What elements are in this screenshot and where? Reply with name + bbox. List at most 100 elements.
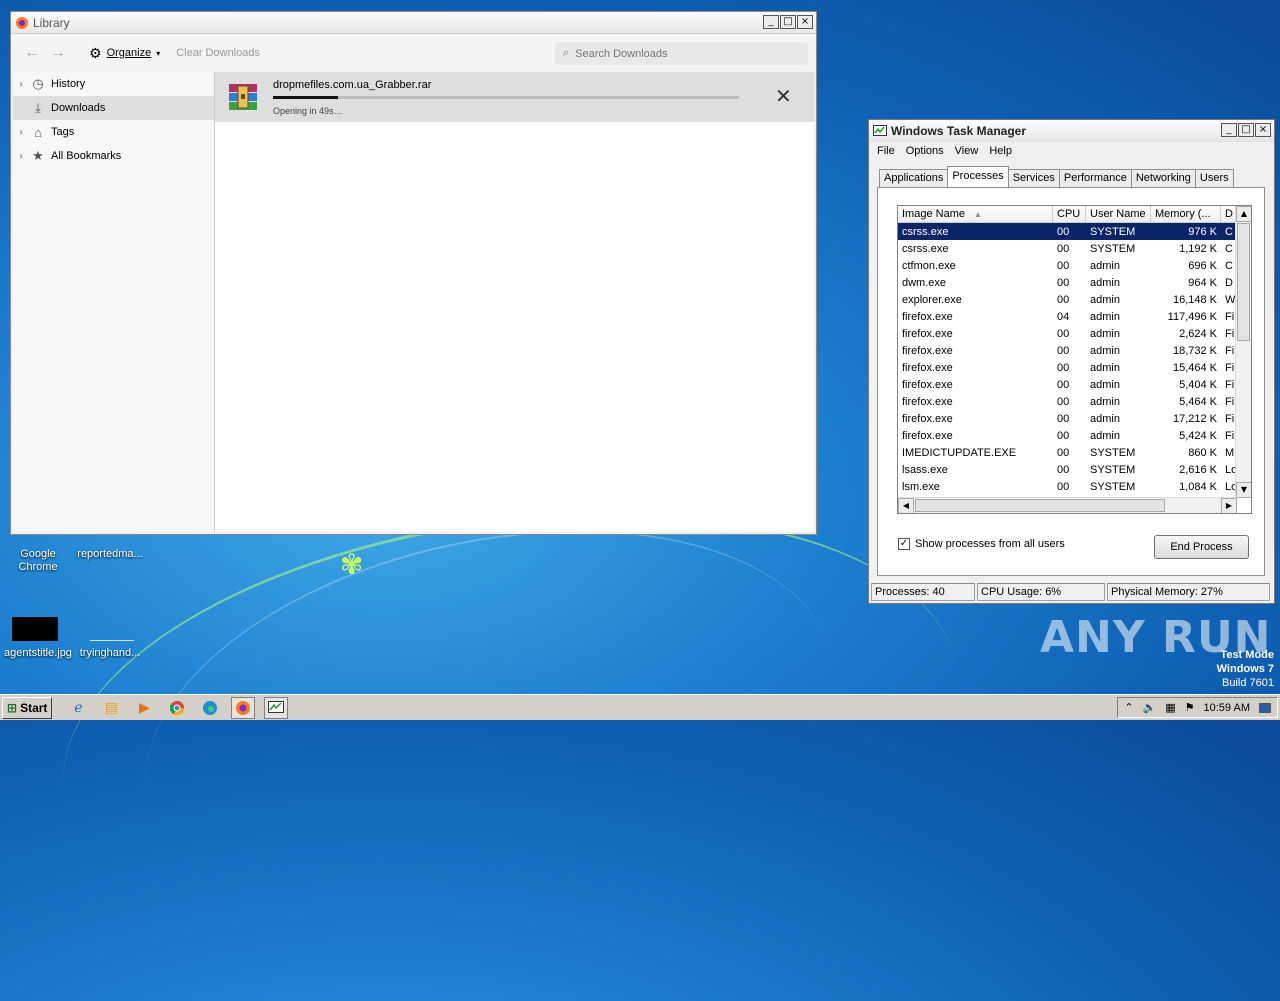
clock[interactable]: 10:59 AM xyxy=(1204,702,1250,714)
volume-icon[interactable]: 🔈 xyxy=(1143,701,1157,714)
table-row[interactable]: IMEDICTUPDATE.EXE 00 SYSTEM 860 KM xyxy=(898,444,1251,461)
expand-arrow-icon[interactable]: › xyxy=(13,79,29,90)
tab-processes[interactable]: Processes xyxy=(947,166,1009,187)
scroll-right-icon[interactable]: ▶ xyxy=(1221,498,1237,513)
back-arrow-icon[interactable]: ← xyxy=(19,44,45,62)
cancel-download-icon[interactable]: ✕ xyxy=(775,84,792,108)
table-row[interactable]: firefox.exe 00 admin 17,212 K Fi xyxy=(898,410,1251,427)
scroll-down-icon[interactable]: ▼ xyxy=(1236,482,1251,498)
download-item[interactable]: dropmefiles.com.ua_Grabber.rar Opening i… xyxy=(215,72,814,122)
table-row[interactable]: firefox.exe 00 admin 5,464 K Fi xyxy=(898,393,1251,410)
table-row[interactable]: firefox.exe 00 admin 5,404 K Fi xyxy=(898,376,1251,393)
forward-arrow-icon[interactable]: → xyxy=(45,44,71,62)
minimize-button[interactable]: _ xyxy=(763,15,779,29)
cell-cpu: 00 xyxy=(1057,327,1070,340)
processes-panel: Image Name ▲ CPU User Name Memory (... D… xyxy=(877,187,1265,576)
sidebar-item-label: Tags xyxy=(51,126,75,138)
table-row[interactable]: csrss.exe 00 SYSTEM 1,192 KC xyxy=(898,240,1251,257)
cell-user: admin xyxy=(1090,327,1120,340)
explorer-icon[interactable]: ▤ xyxy=(99,697,123,719)
scroll-thumb[interactable] xyxy=(1237,223,1250,341)
desktop-icon-reportedma[interactable]: reportedma... xyxy=(72,548,148,561)
scroll-up-icon[interactable]: ▲ xyxy=(1236,206,1251,222)
maximize-button[interactable]: □ xyxy=(780,15,796,29)
expand-arrow-icon[interactable]: › xyxy=(13,127,29,138)
test-mode-notice: Test Mode Windows 7 Build 7601 xyxy=(1216,649,1274,689)
tab-networking[interactable]: Networking xyxy=(1130,169,1196,187)
network-icon[interactable]: ▦ xyxy=(1165,701,1175,714)
firefox-icon[interactable] xyxy=(231,696,256,719)
table-row[interactable]: lsass.exe 00 SYSTEM 2,616 K Lo xyxy=(898,461,1251,478)
menu-file[interactable]: File xyxy=(877,145,895,157)
star-icon: ★ xyxy=(32,148,44,163)
tab-performance[interactable]: Performance xyxy=(1058,169,1132,187)
close-button[interactable]: × xyxy=(1255,123,1271,137)
cell-user: SYSTEM xyxy=(1090,446,1136,459)
desktop-icon-label: tryinghand... xyxy=(79,647,141,659)
edge-icon[interactable] xyxy=(198,697,222,719)
chrome-icon[interactable] xyxy=(165,697,189,719)
scroll-thumb[interactable] xyxy=(915,499,1165,512)
tab-applications[interactable]: Applications xyxy=(879,169,949,187)
column-cpu[interactable]: CPU xyxy=(1053,206,1086,222)
clear-downloads-button[interactable]: Clear Downloads xyxy=(176,47,260,59)
cell-mem: 15,464 K xyxy=(1172,361,1217,374)
scroll-left-icon[interactable]: ◀ xyxy=(898,498,914,513)
cell-mem: 117,496 K xyxy=(1167,310,1217,323)
table-row[interactable]: ctfmon.exe 00 admin 696 KC xyxy=(898,257,1251,274)
column-image-name[interactable]: Image Name ▲ xyxy=(898,206,1053,222)
sidebar-item-all-bookmarks[interactable]: › ★ All Bookmarks xyxy=(13,144,214,168)
sidebar-item-history[interactable]: › ◷ History xyxy=(13,72,214,96)
table-row[interactable]: firefox.exe 00 admin 18,732 K Fi xyxy=(898,342,1251,359)
show-desktop-icon[interactable] xyxy=(1259,702,1271,713)
task-manager-icon[interactable] xyxy=(264,696,289,719)
library-titlebar[interactable]: Library _ □ × xyxy=(11,12,816,34)
image-thumbnail xyxy=(12,617,58,641)
table-row[interactable]: dwm.exe 00 admin 964 KD xyxy=(898,274,1251,291)
table-row[interactable]: lsm.exe 00 SYSTEM 1,084 K Lo xyxy=(898,478,1251,495)
table-row[interactable]: firefox.exe 00 admin 2,624 K Fi xyxy=(898,325,1251,342)
tab-users[interactable]: Users xyxy=(1194,169,1234,187)
desktop-icon-tryinghand[interactable]: tryinghand... xyxy=(72,647,148,660)
tray-expand-icon[interactable]: ⌃ xyxy=(1124,701,1133,714)
ie-icon[interactable]: ℯ xyxy=(66,697,90,719)
expand-arrow-icon[interactable]: › xyxy=(13,151,29,162)
library-sidebar: › ◷ History ⤓ Downloads › ⌂ Tags › ★ All… xyxy=(13,72,215,532)
vertical-scrollbar[interactable]: ▲ ▼ xyxy=(1235,206,1251,498)
table-row[interactable]: explorer.exe 00 admin 16,148 KW xyxy=(898,291,1251,308)
table-row[interactable]: firefox.exe 04 admin 117,496 K Fi xyxy=(898,308,1251,325)
search-input[interactable]: ⌕ Search Downloads xyxy=(555,42,808,65)
desktop-icon-agentstitle[interactable]: agentstitle.jpg xyxy=(0,647,78,660)
cell-name: firefox.exe xyxy=(902,412,953,425)
cell-name: firefox.exe xyxy=(902,361,953,374)
action-center-flag-icon[interactable]: ⚑ xyxy=(1185,701,1195,714)
maximize-button[interactable]: □ xyxy=(1238,123,1254,137)
cell-name: firefox.exe xyxy=(902,310,953,323)
column-user-name[interactable]: User Name xyxy=(1086,206,1151,222)
table-row[interactable]: csrss.exe 00 SYSTEM 976 KC xyxy=(898,223,1251,240)
show-all-processes-checkbox[interactable]: ✓ Show processes from all users xyxy=(898,538,1065,550)
organize-button[interactable]: ⚙ Organize ▾ xyxy=(89,45,160,62)
start-button[interactable]: ⊞ Start xyxy=(2,696,53,719)
end-process-button[interactable]: End Process xyxy=(1154,535,1249,559)
sidebar-item-downloads[interactable]: ⤓ Downloads xyxy=(13,96,214,120)
minimize-button[interactable]: _ xyxy=(1221,123,1237,137)
sidebar-item-tags[interactable]: › ⌂ Tags xyxy=(13,120,214,144)
menu-help[interactable]: Help xyxy=(989,145,1012,157)
task-manager-titlebar[interactable]: Windows Task Manager _ □ × xyxy=(869,120,1274,142)
desktop-icon-label: reportedma... xyxy=(77,548,143,560)
tab-services[interactable]: Services xyxy=(1007,169,1060,187)
wallpaper-logo: ✾ xyxy=(340,549,364,580)
menu-view[interactable]: View xyxy=(955,145,979,157)
cell-user: admin xyxy=(1090,378,1120,391)
table-row[interactable]: firefox.exe 00 admin 5,424 K Fi xyxy=(898,427,1251,444)
close-button[interactable]: × xyxy=(797,15,813,29)
column-memory[interactable]: Memory (... xyxy=(1151,206,1221,222)
table-row[interactable]: firefox.exe 00 admin 15,464 K Fi xyxy=(898,359,1251,376)
horizontal-scrollbar[interactable]: ◀ ▶ xyxy=(898,497,1237,513)
cell-cpu: 00 xyxy=(1057,361,1070,374)
desktop-icon-chrome[interactable]: Google Chrome xyxy=(0,548,76,574)
media-player-icon[interactable]: ▶ xyxy=(132,697,156,719)
menu-options[interactable]: Options xyxy=(906,145,944,157)
checkbox[interactable]: ✓ xyxy=(898,538,910,550)
